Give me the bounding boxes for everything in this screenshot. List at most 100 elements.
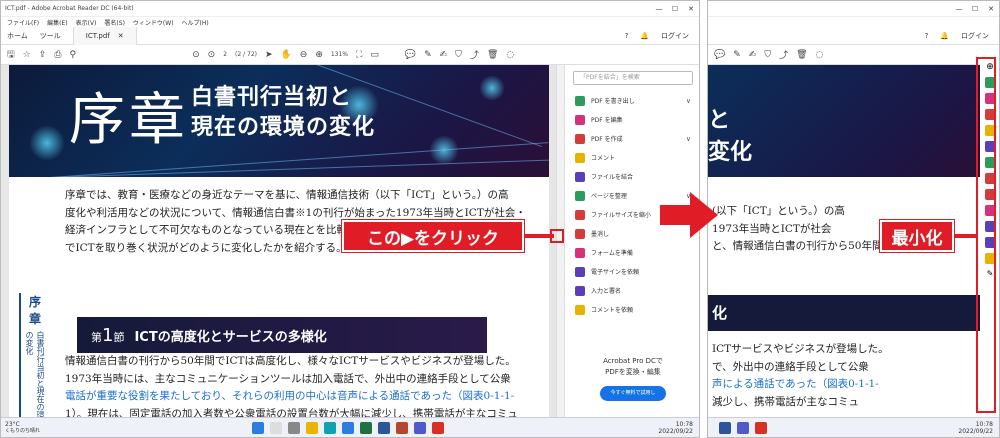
text-line: 減少し、携帯電話が主なコミュ: [712, 395, 859, 408]
prev-page-icon[interactable]: ⊙: [192, 50, 200, 60]
help-icon[interactable]: ?: [625, 32, 629, 40]
tool-item[interactable]: ファイルを結合: [565, 167, 699, 186]
section-paragraph: ICTサービスやビジネスが登場した。 で、外出中の連絡手段として公衆 声による通…: [712, 341, 980, 411]
menu-view[interactable]: 表示(V): [76, 18, 97, 27]
side-label-2: 章: [28, 312, 41, 326]
tool-icon: [575, 114, 585, 125]
menu-edit[interactable]: 編集(E): [47, 18, 67, 27]
print-icon[interactable]: ⎙: [54, 50, 61, 60]
tool-icon: [575, 152, 585, 163]
tab-home[interactable]: ホーム: [7, 31, 28, 41]
sign-icon[interactable]: ✍: [440, 50, 448, 60]
edge-icon[interactable]: [324, 421, 336, 434]
tab-document[interactable]: ICT.pdf ✕: [72, 26, 137, 45]
close-tab-icon[interactable]: ✕: [118, 32, 124, 40]
more-icon[interactable]: ◌: [506, 50, 514, 60]
zoom-level[interactable]: 131%: [331, 51, 348, 58]
excel-icon[interactable]: [360, 421, 372, 434]
scroll-mode-icon[interactable]: ▭: [370, 50, 379, 60]
acrobat-icon[interactable]: [755, 421, 767, 434]
login-link[interactable]: ログイン: [661, 31, 689, 41]
tools-search-input[interactable]: 「PDFを結合」を検索: [573, 71, 693, 85]
tab-tools[interactable]: ツール: [40, 31, 61, 41]
tool-item[interactable]: コメント: [565, 148, 699, 167]
bell-icon[interactable]: 🔔: [640, 32, 649, 40]
pen-icon[interactable]: ✎: [424, 50, 432, 60]
clock-date: 2022/09/22: [658, 427, 693, 435]
sign-icon[interactable]: ✍: [749, 50, 757, 60]
text-line: 1973年当時には、主なコミュニケーションツールは加入電話で、外出中の連絡手段と…: [65, 372, 511, 385]
chevron-down-icon[interactable]: ∨: [686, 97, 691, 105]
delete-icon[interactable]: 🗑: [487, 50, 498, 60]
word-icon[interactable]: [378, 421, 390, 434]
maximize-button[interactable]: ☐: [667, 5, 683, 13]
pen-icon[interactable]: ✎: [733, 50, 741, 60]
section-paragraph: 情報通信白書の刊行から50年間でICTは高度化し、様々なICTサービスやビジネス…: [65, 353, 545, 419]
tool-label: 入力と署名: [591, 288, 622, 295]
menu-sign[interactable]: 署名(S): [104, 18, 125, 27]
collapse-pane-button-highlight[interactable]: [550, 229, 564, 243]
mail-icon[interactable]: [342, 421, 354, 434]
bell-icon[interactable]: 🔔: [940, 32, 949, 40]
fit-icon[interactable]: ⛶: [356, 50, 362, 60]
tool-item[interactable]: コメントを依頼: [565, 300, 699, 319]
comment-icon[interactable]: 💬: [714, 50, 725, 60]
menu-help[interactable]: ヘルプ(H): [182, 18, 209, 27]
close-button[interactable]: ✕: [983, 5, 999, 13]
acrobat-icon[interactable]: [432, 421, 444, 434]
share-icon[interactable]: ⤴: [470, 48, 479, 61]
cursor-icon[interactable]: ➤: [265, 50, 273, 60]
minimize-button[interactable]: —: [951, 5, 967, 13]
clock[interactable]: 10:78 2022/09/22: [939, 421, 999, 435]
start-icon[interactable]: [252, 421, 264, 434]
right-arrow: [660, 192, 718, 238]
hand-icon[interactable]: ✋: [281, 50, 292, 60]
weather-temp: 23°C: [5, 420, 20, 428]
text-line: (以下「ICT」という。）の高: [712, 205, 845, 217]
menu-window[interactable]: ウィンドウ(W): [133, 18, 174, 27]
close-button[interactable]: ✕: [683, 5, 699, 13]
search-icon[interactable]: [270, 421, 282, 434]
save-icon[interactable]: 🖫: [7, 47, 15, 63]
chapter-side-label: 序 章 白書刊行当初と現在の環境の変化: [19, 293, 49, 419]
toolbar: 🖫 ☆ ⇪ ⎙ ⚲ ⊙ ⊙ 2 (2 / 72) ➤ ✋ ⊖ ⊕ 131% ⛶ …: [1, 45, 699, 65]
word-icon[interactable]: [719, 421, 731, 434]
teams-icon[interactable]: [414, 421, 426, 434]
share-icon[interactable]: ⤴: [779, 48, 788, 61]
tool-item[interactable]: PDF を作成 ∨: [565, 129, 699, 148]
next-page-icon[interactable]: ⊙: [208, 50, 216, 60]
zoom-out-icon[interactable]: ⊖: [300, 50, 308, 60]
zoom-in-icon[interactable]: ⊕: [315, 50, 323, 60]
more-icon[interactable]: ◌: [816, 50, 824, 60]
text-line: で、外出中の連絡手段として公衆: [712, 360, 869, 373]
taskview-icon[interactable]: [288, 421, 300, 434]
powerpoint-icon[interactable]: [396, 421, 408, 434]
weather-widget[interactable]: 23°C くもりのち晴れ: [1, 421, 57, 435]
explorer-icon[interactable]: [306, 421, 318, 434]
star-icon[interactable]: ☆: [23, 50, 31, 60]
chevron-down-icon[interactable]: ∨: [686, 135, 691, 143]
trial-button[interactable]: 今すぐ無料で試用し: [600, 386, 666, 401]
teams-icon[interactable]: [737, 421, 749, 434]
stamp-icon[interactable]: ⛉: [764, 50, 771, 60]
stamp-icon[interactable]: ⛉: [455, 50, 462, 60]
maximize-button[interactable]: ☐: [967, 5, 983, 13]
tool-item[interactable]: PDF を編集: [565, 110, 699, 129]
tool-item[interactable]: フォームを準備: [565, 243, 699, 262]
tool-item[interactable]: 入力と署名: [565, 281, 699, 300]
promo-line2: PDFを変換・編集: [605, 368, 661, 376]
menu-file[interactable]: ファイル(F): [7, 18, 39, 27]
minimize-button[interactable]: —: [651, 5, 667, 13]
search-icon[interactable]: ⚲: [70, 50, 77, 60]
tool-item[interactable]: 電子サインを依頼: [565, 262, 699, 281]
section-heading: 化: [708, 295, 980, 331]
tool-item[interactable]: PDF を書き出し ∨: [565, 91, 699, 110]
login-link[interactable]: ログイン: [961, 31, 989, 41]
upload-icon[interactable]: ⇪: [39, 50, 47, 60]
comment-icon[interactable]: 💬: [405, 50, 416, 60]
delete-icon[interactable]: 🗑: [796, 50, 807, 60]
page-number-field[interactable]: 2: [223, 51, 227, 58]
chapter-banner: 序章 白書刊行当初と 現在の環境の変化: [9, 65, 549, 177]
clock[interactable]: 10:78 2022/09/22: [639, 421, 699, 435]
help-icon[interactable]: ?: [925, 32, 929, 40]
